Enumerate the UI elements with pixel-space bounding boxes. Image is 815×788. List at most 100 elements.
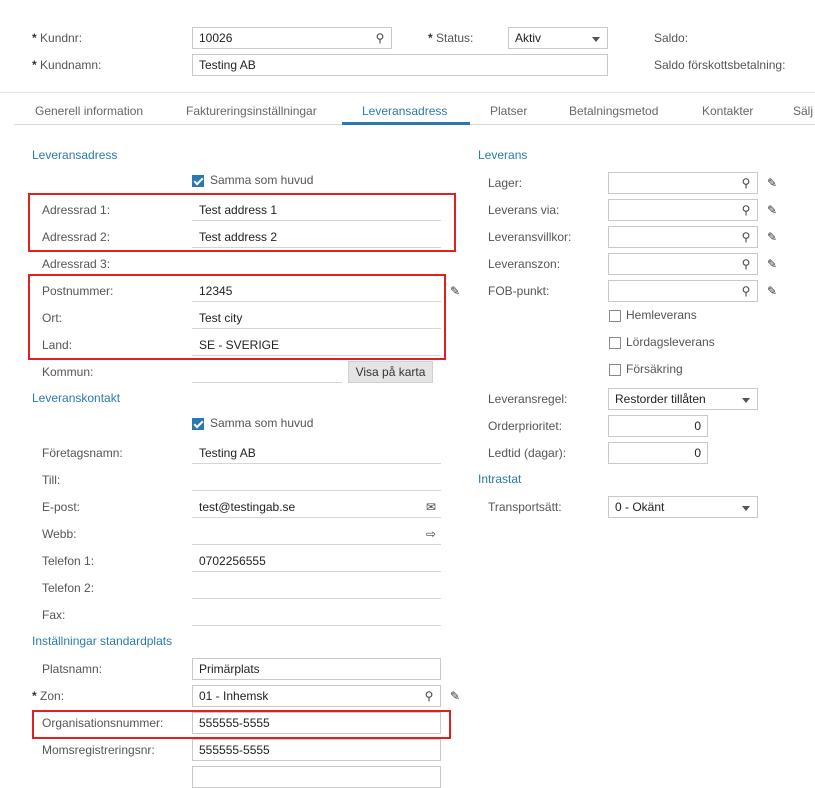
kundnr-value: 10026	[199, 31, 232, 45]
search-icon[interactable]: ⚲	[739, 203, 753, 217]
platsnamn-value: Primärplats	[199, 662, 260, 676]
epost-input[interactable]: test@testingab.se ✉	[192, 496, 441, 518]
show-on-map-button[interactable]: Visa på karta	[348, 361, 433, 383]
lordagsleverans-checkbox[interactable]	[609, 337, 621, 349]
intrastat-section-title: Intrastat	[478, 472, 521, 486]
leveransvillkor-input[interactable]: ⚲	[608, 226, 758, 248]
kundnr-input[interactable]: 10026 ⚲	[192, 27, 392, 49]
adressrad3-label: Adressrad 3:	[42, 257, 110, 271]
edit-fob-pencil-icon[interactable]: ✎	[767, 284, 781, 298]
leveranszon-input[interactable]: ⚲	[608, 253, 758, 275]
kommun-input[interactable]	[192, 361, 342, 383]
open-link-icon[interactable]: ⇨	[424, 527, 438, 541]
highlight-postal-city-country	[28, 274, 446, 360]
till-label: Till:	[42, 473, 60, 487]
status-value: Aktiv	[515, 31, 541, 45]
saldo-forskott-label: Saldo förskottsbetalning:	[654, 58, 785, 72]
telefon1-label: Telefon 1:	[42, 554, 94, 568]
telefon1-input[interactable]: 0702256555	[192, 550, 441, 572]
adressrad3-input[interactable]	[192, 253, 441, 275]
same-as-main-contact-checkbox[interactable]	[192, 418, 204, 430]
kundnamn-input[interactable]: Testing AB	[192, 54, 608, 76]
foretagsnamn-input[interactable]: Testing AB	[192, 442, 441, 464]
next-field-input[interactable]	[192, 766, 441, 788]
tab-platser[interactable]: Platser	[490, 104, 527, 118]
leverans-via-input[interactable]: ⚲	[608, 199, 758, 221]
chevron-down-icon	[742, 506, 750, 511]
foretagsnamn-value: Testing AB	[199, 446, 256, 460]
edit-address-pencil-icon[interactable]: ✎	[450, 284, 464, 298]
lager-input[interactable]: ⚲	[608, 172, 758, 194]
tab-leveransadress[interactable]: Leveransadress	[362, 104, 447, 118]
lordagsleverans-label: Lördagsleverans	[626, 335, 715, 349]
platsnamn-input[interactable]: Primärplats	[192, 658, 441, 680]
highlight-orgnr	[32, 710, 451, 739]
header-panel	[0, 0, 815, 93]
search-icon[interactable]: ⚲	[739, 257, 753, 271]
standardplats-section-title: Inställningar standardplats	[32, 634, 172, 648]
telefon2-input[interactable]	[192, 577, 441, 599]
edit-leverans-via-pencil-icon[interactable]: ✎	[767, 203, 781, 217]
same-as-main-address-checkbox[interactable]	[192, 175, 204, 187]
search-icon[interactable]: ⚲	[422, 689, 436, 703]
tab-salj[interactable]: Sälj	[793, 104, 813, 118]
kommun-label: Kommun:	[42, 365, 93, 379]
tab-generell-information[interactable]: Generell information	[35, 104, 143, 118]
leverans-section-title: Leverans	[478, 148, 527, 162]
tab-faktureringsinstallningar[interactable]: Faktureringsinställningar	[186, 104, 317, 118]
tab-kontakter[interactable]: Kontakter	[702, 104, 753, 118]
orderprioritet-value: 0	[694, 419, 701, 433]
fax-label: Fax:	[42, 608, 65, 622]
till-input[interactable]	[192, 469, 441, 491]
forsakring-checkbox[interactable]	[609, 364, 621, 376]
momsnr-value: 555555-5555	[199, 743, 270, 757]
leveransregel-value: Restorder tillåten	[615, 392, 706, 406]
transportsatt-value: 0 - Okänt	[615, 500, 664, 514]
lager-label: Lager:	[488, 176, 522, 190]
same-as-main-contact-label: Samma som huvud	[210, 416, 313, 430]
ledtid-input[interactable]: 0	[608, 442, 708, 464]
kundnamn-label: Kundnamn:	[32, 58, 101, 72]
search-icon[interactable]: ⚲	[739, 176, 753, 190]
fob-label: FOB-punkt:	[488, 284, 549, 298]
active-tab-indicator	[342, 122, 470, 125]
webb-input[interactable]: ⇨	[192, 523, 441, 545]
search-icon[interactable]: ⚲	[739, 230, 753, 244]
zon-input[interactable]: 01 - Inhemsk ⚲	[192, 685, 441, 707]
fax-input[interactable]	[192, 604, 441, 626]
leveransadress-section-title: Leveransadress	[32, 148, 117, 162]
status-label: Status:	[428, 31, 473, 45]
search-icon[interactable]: ⚲	[739, 284, 753, 298]
telefon1-value: 0702256555	[199, 554, 266, 568]
fob-input[interactable]: ⚲	[608, 280, 758, 302]
kundnr-label: Kundnr:	[32, 31, 82, 45]
envelope-icon[interactable]: ✉	[424, 500, 438, 514]
search-icon[interactable]: ⚲	[373, 31, 387, 45]
highlight-address-lines	[28, 193, 456, 252]
momsnr-label: Momsregistreringsnr:	[42, 743, 155, 757]
forsakring-label: Försäkring	[626, 362, 683, 376]
status-select[interactable]: Aktiv	[508, 27, 608, 49]
hemleverans-checkbox[interactable]	[609, 310, 621, 322]
telefon2-label: Telefon 2:	[42, 581, 94, 595]
ledtid-label: Ledtid (dagar):	[488, 446, 566, 460]
edit-leveranszon-pencil-icon[interactable]: ✎	[767, 257, 781, 271]
epost-label: E-post:	[42, 500, 80, 514]
leveranskontakt-section-title: Leveranskontakt	[32, 391, 120, 405]
edit-lager-pencil-icon[interactable]: ✎	[767, 176, 781, 190]
edit-leveransvillkor-pencil-icon[interactable]: ✎	[767, 230, 781, 244]
momsnr-input[interactable]: 555555-5555	[192, 739, 441, 761]
leveransregel-select[interactable]: Restorder tillåten	[608, 388, 758, 410]
kundnamn-value: Testing AB	[199, 58, 256, 72]
webb-label: Webb:	[42, 527, 76, 541]
edit-zone-pencil-icon[interactable]: ✎	[450, 689, 464, 703]
leveransregel-label: Leveransregel:	[488, 392, 567, 406]
transportsatt-select[interactable]: 0 - Okänt	[608, 496, 758, 518]
tab-betalningsmetod[interactable]: Betalningsmetod	[569, 104, 658, 118]
chevron-down-icon	[742, 398, 750, 403]
orderprioritet-label: Orderprioritet:	[488, 419, 562, 433]
foretagsnamn-label: Företagsnamn:	[42, 446, 123, 460]
saldo-label: Saldo:	[654, 31, 688, 45]
orderprioritet-input[interactable]: 0	[608, 415, 708, 437]
ledtid-value: 0	[694, 446, 701, 460]
